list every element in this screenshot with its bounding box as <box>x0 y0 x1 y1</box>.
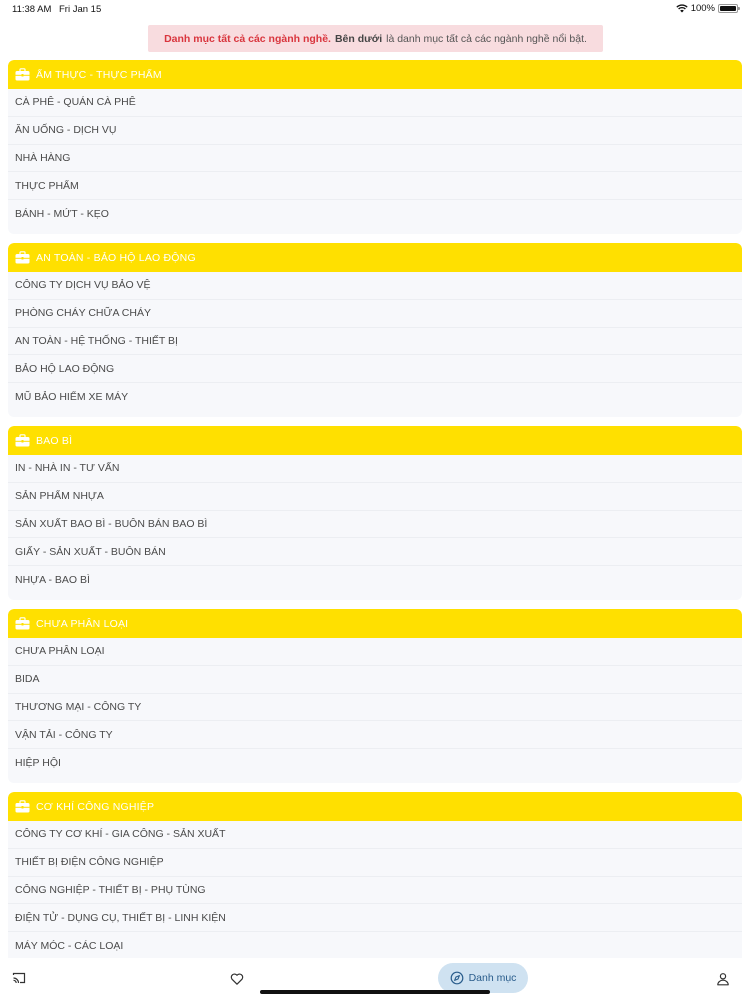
status-date: Fri Jan 15 <box>59 4 102 15</box>
banner-text: là danh mục tất cả các ngành nghề nổi bậ… <box>386 32 587 45</box>
category-item[interactable]: MŨ BẢO HIỂM XE MÁY <box>8 383 742 411</box>
category-item[interactable]: AN TOÀN - HỆ THỐNG - THIẾT BỊ <box>8 328 742 356</box>
category-item[interactable]: ĂN UỐNG - DỊCH VỤ <box>8 117 742 145</box>
cast-icon <box>12 972 26 984</box>
briefcase-icon <box>15 800 30 813</box>
briefcase-icon <box>15 434 30 447</box>
category-item[interactable]: CHƯA PHÂN LOẠI <box>8 638 742 666</box>
briefcase-icon <box>15 251 30 264</box>
tab-categories[interactable]: Danh mục <box>438 963 528 993</box>
heart-icon <box>230 973 244 985</box>
info-banner: Danh mục tất cả các ngành nghề. Bên dưới… <box>148 25 603 52</box>
category-item[interactable]: CÔNG NGHIỆP - THIẾT BỊ - PHỤ TÙNG <box>8 877 742 905</box>
category-card: ẨM THỰC - THỰC PHẨM CÀ PHÊ - QUÁN CÀ PHÊ… <box>8 60 742 234</box>
category-item[interactable]: VẬN TẢI - CÔNG TY <box>8 721 742 750</box>
category-item[interactable]: BIDA <box>8 666 742 694</box>
home-indicator <box>260 990 490 994</box>
category-item[interactable]: SẢN PHẨM NHỰA <box>8 483 742 511</box>
briefcase-icon <box>15 68 30 81</box>
category-item[interactable]: BÁNH - MỨT - KẸO <box>8 200 742 228</box>
category-item[interactable]: GIẤY - SẢN XUẤT - BUÔN BÁN <box>8 538 742 567</box>
category-item[interactable]: CÔNG TY CƠ KHÍ - GIA CÔNG - SẢN XUẤT <box>8 821 742 849</box>
category-header[interactable]: BAO BÌ <box>8 426 742 455</box>
briefcase-icon <box>15 617 30 630</box>
battery-icon <box>718 4 740 13</box>
status-bar: 11:38 AM Fri Jan 15 100% <box>0 0 750 18</box>
category-title: ẨM THỰC - THỰC PHẨM <box>36 68 162 81</box>
category-card: CƠ KHÍ CÔNG NGHIỆP CÔNG TY CƠ KHÍ - GIA … <box>8 792 742 966</box>
tab-cast[interactable] <box>12 971 26 985</box>
category-card: CHƯA PHÂN LOẠI CHƯA PHÂN LOẠI BIDA THƯƠN… <box>8 609 742 783</box>
compass-icon <box>450 971 463 985</box>
banner-title: Danh mục tất cả các ngành nghề. <box>164 32 331 45</box>
category-header[interactable]: CHƯA PHÂN LOẠI <box>8 609 742 638</box>
category-list: ẨM THỰC - THỰC PHẨM CÀ PHÊ - QUÁN CÀ PHÊ… <box>8 60 742 975</box>
category-header[interactable]: ẨM THỰC - THỰC PHẨM <box>8 60 742 89</box>
category-item[interactable]: NHỰA - BAO BÌ <box>8 566 742 594</box>
category-card: AN TOÀN - BẢO HỘ LAO ĐỘNG CÔNG TY DỊCH V… <box>8 243 742 417</box>
category-item[interactable]: CÀ PHÊ - QUÁN CÀ PHÊ <box>8 89 742 117</box>
category-title: CHƯA PHÂN LOẠI <box>36 617 129 630</box>
category-header[interactable]: CƠ KHÍ CÔNG NGHIỆP <box>8 792 742 821</box>
banner-emphasis: Bên dưới <box>334 32 383 45</box>
category-item[interactable]: THIẾT BỊ ĐIỆN CÔNG NGHIỆP <box>8 849 742 877</box>
tab-favorites[interactable] <box>230 972 244 986</box>
category-title: AN TOÀN - BẢO HỘ LAO ĐỘNG <box>36 251 196 264</box>
category-item[interactable]: HIỆP HỘI <box>8 749 742 777</box>
category-item[interactable]: SẢN XUẤT BAO BÌ - BUÔN BÁN BAO BÌ <box>8 511 742 539</box>
category-item[interactable]: ĐIỆN TỬ - DỤNG CỤ, THIẾT BỊ - LINH KIỆN <box>8 904 742 933</box>
wifi-icon <box>676 4 688 13</box>
category-item[interactable]: MÁY MÓC - CÁC LOẠI <box>8 932 742 960</box>
category-item[interactable]: THƯƠNG MẠI - CÔNG TY <box>8 694 742 722</box>
battery-percent: 100% <box>690 3 715 14</box>
category-card: BAO BÌ IN - NHÀ IN - TƯ VẤN SẢN PHẨM NHỰ… <box>8 426 742 600</box>
category-item[interactable]: BẢO HỘ LAO ĐỘNG <box>8 355 742 384</box>
status-time: 11:38 AM <box>12 4 52 15</box>
category-item[interactable]: IN - NHÀ IN - TƯ VẤN <box>8 455 742 483</box>
category-title: CƠ KHÍ CÔNG NGHIỆP <box>36 800 155 813</box>
category-header[interactable]: AN TOÀN - BẢO HỘ LAO ĐỘNG <box>8 243 742 272</box>
tab-categories-label: Danh mục <box>468 972 517 984</box>
category-item[interactable]: THỰC PHẨM <box>8 172 742 201</box>
user-icon <box>717 973 729 986</box>
category-item[interactable]: CÔNG TY DỊCH VỤ BẢO VỆ <box>8 272 742 300</box>
tab-profile[interactable] <box>716 972 730 986</box>
category-item[interactable]: PHÒNG CHÁY CHỮA CHÁY <box>8 300 742 328</box>
category-item[interactable]: NHÀ HÀNG <box>8 145 742 173</box>
category-title: BAO BÌ <box>36 434 73 447</box>
status-right: 100% <box>676 3 740 14</box>
